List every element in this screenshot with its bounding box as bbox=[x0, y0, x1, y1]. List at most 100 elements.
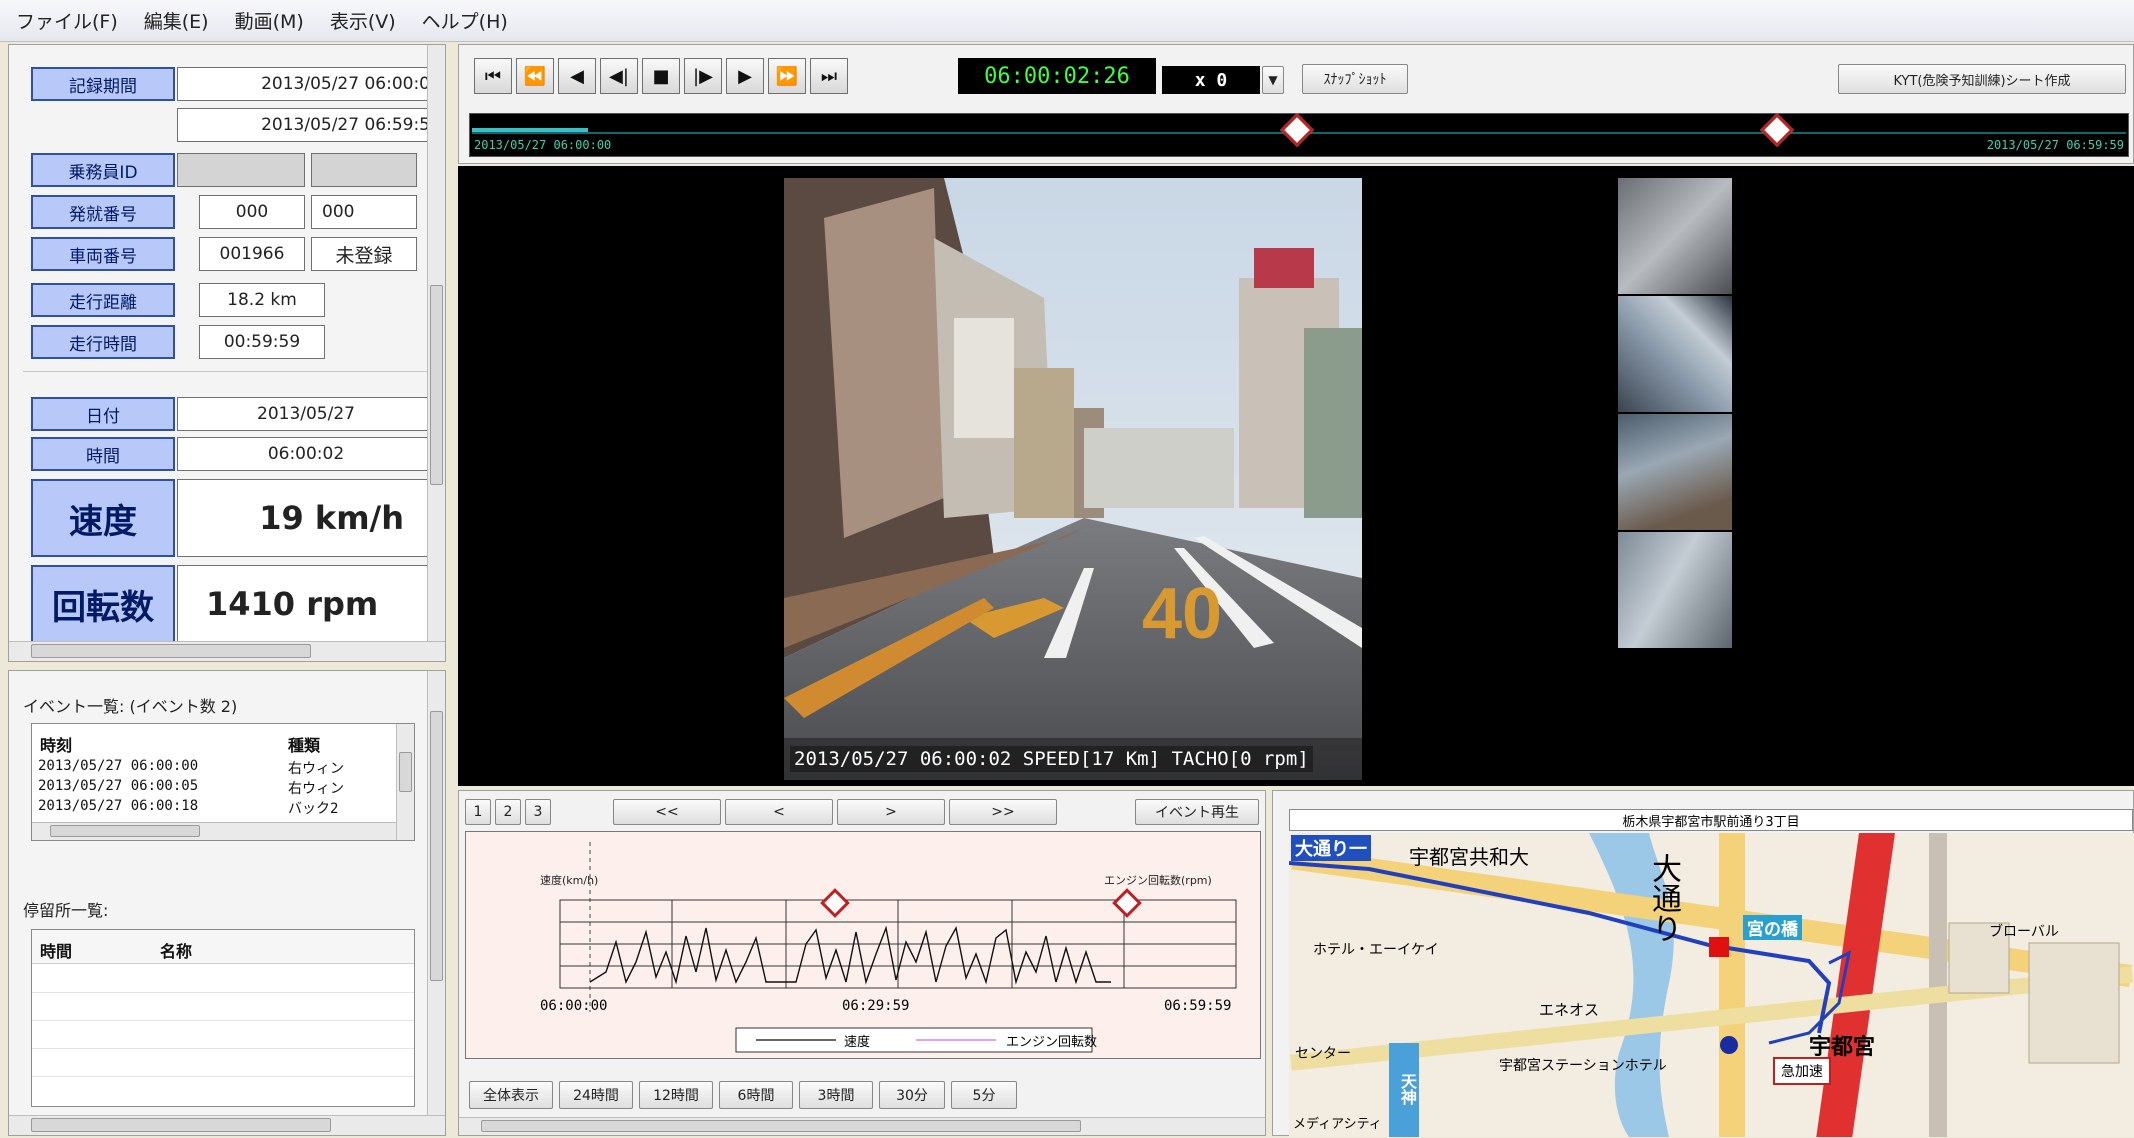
graph-canvas[interactable]: 速度(km/h) エンジン回転数(rpm) 06:00:00 06:29:59 … bbox=[465, 831, 1261, 1059]
sub-camera-3[interactable] bbox=[1618, 414, 1732, 530]
range-6h-button[interactable]: 6時間 bbox=[719, 1081, 793, 1109]
info-vscroll[interactable] bbox=[427, 45, 445, 641]
graph-nav-next[interactable]: > bbox=[837, 799, 945, 825]
camera-scene: 40 bbox=[784, 178, 1362, 780]
event-col-type: 種類 bbox=[288, 736, 321, 755]
date-label: 日付 bbox=[31, 397, 175, 431]
stop-list-title: 停留所一覧: bbox=[23, 901, 109, 920]
event-replay-button[interactable]: イベント再生 bbox=[1135, 799, 1259, 825]
graph-nav-last[interactable]: >> bbox=[949, 799, 1057, 825]
stop-col-name: 名称 bbox=[160, 942, 193, 961]
info-vscroll-thumb[interactable] bbox=[430, 285, 443, 485]
map-label-media: メディアシティ bbox=[1293, 1117, 1382, 1132]
graph-hscroll-thumb[interactable] bbox=[481, 1120, 1081, 1132]
map-label-odori-vertical: 大通り bbox=[1646, 853, 1681, 943]
timeline-start-label: 2013/05/27 06:00:00 bbox=[474, 138, 612, 152]
stop-row-line bbox=[32, 992, 414, 993]
crew-id-value-2 bbox=[311, 153, 417, 187]
range-24h-button[interactable]: 24時間 bbox=[559, 1081, 633, 1109]
menu-help[interactable]: ヘルプ(H) bbox=[416, 5, 514, 36]
frame-back-button[interactable]: ◀| bbox=[600, 58, 638, 94]
go-start-button[interactable]: ⏮ bbox=[474, 58, 512, 94]
step-back-button[interactable]: ◀ bbox=[558, 58, 596, 94]
graph-tab-2[interactable]: 2 bbox=[495, 799, 521, 825]
vehicle-status: 未登録 bbox=[311, 237, 417, 271]
main-camera-view[interactable]: 40 2013/05/27 06:00:02 SPEED[17 Km] TACH… bbox=[784, 178, 1362, 780]
info-panel: 記録期間 2013/05/27 06:00:0 2013/05/27 06:59… bbox=[8, 44, 446, 662]
event-panel-vscroll-thumb[interactable] bbox=[430, 711, 443, 981]
timeline-end-label: 2013/05/27 06:59:59 bbox=[1986, 138, 2124, 152]
graph-nav-prev[interactable]: < bbox=[725, 799, 833, 825]
event-row[interactable]: 2013/05/27 06:00:05 右ウィン bbox=[38, 778, 388, 797]
vehicle-label: 車両番号 bbox=[31, 237, 175, 271]
clock-label: 時間 bbox=[31, 437, 175, 471]
map-label-station-hotel: 宇都宮ステーションホテル bbox=[1499, 1058, 1667, 1074]
map-canvas[interactable]: 大通り一 宇都宮共和大 大通り 宮の橋 宇都宮 ホテル・エーイケイ エネオス 宇… bbox=[1289, 833, 2134, 1137]
event-table-hscroll-thumb[interactable] bbox=[50, 825, 200, 837]
range-30m-button[interactable]: 30分 bbox=[879, 1081, 945, 1109]
event-col-time: 時刻 bbox=[40, 736, 73, 755]
info-hscroll-thumb[interactable] bbox=[31, 644, 311, 658]
menu-view[interactable]: 表示(V) bbox=[324, 5, 402, 36]
crew-id-label: 乗務員ID bbox=[31, 153, 175, 187]
play-button[interactable]: ▶ bbox=[726, 58, 764, 94]
stop-table-header bbox=[32, 930, 414, 964]
origin-label: 発就番号 bbox=[31, 195, 175, 229]
map-title: 栃木県宇都宮市駅前通り3丁目 bbox=[1289, 809, 2133, 831]
info-hscroll[interactable] bbox=[9, 641, 445, 661]
distance-value: 18.2 km bbox=[199, 283, 325, 317]
road-marking-text: 40 bbox=[1142, 574, 1222, 654]
chart-event-marker[interactable] bbox=[1112, 888, 1142, 918]
sub-camera-4[interactable] bbox=[1618, 532, 1732, 648]
event-row[interactable]: 2013/05/27 06:00:00 右ウィン bbox=[38, 758, 388, 777]
legend-rpm: エンジン回転数 bbox=[1006, 1035, 1098, 1050]
chart-event-marker[interactable] bbox=[820, 888, 850, 918]
clock-value: 06:00:02 bbox=[177, 437, 435, 471]
map-label-hotel-left: ホテル・エーイケイ bbox=[1313, 942, 1439, 958]
record-end-value: 2013/05/27 06:59:5 bbox=[177, 108, 435, 142]
graph-tab-1[interactable]: 1 bbox=[465, 799, 491, 825]
record-period-label: 記録期間 bbox=[31, 67, 175, 101]
fast-forward-button[interactable]: ⏩ bbox=[768, 58, 806, 94]
graph-nav-first[interactable]: << bbox=[613, 799, 721, 825]
kyt-sheet-button[interactable]: KYT(危険予知訓練)シート作成 bbox=[1838, 64, 2126, 94]
go-end-button[interactable]: ⏭ bbox=[810, 58, 848, 94]
x-end-label: 06:59:59 bbox=[1164, 998, 1232, 1014]
sub-camera-2[interactable] bbox=[1618, 296, 1732, 412]
range-5m-button[interactable]: 5分 bbox=[951, 1081, 1017, 1109]
range-3h-button[interactable]: 3時間 bbox=[799, 1081, 873, 1109]
event-table: 時刻 種類 2013/05/27 06:00:00 右ウィン 2013/05/27… bbox=[31, 723, 415, 841]
menu-video[interactable]: 動画(M) bbox=[229, 5, 310, 36]
timeline-event-marker[interactable] bbox=[1759, 113, 1794, 147]
speed-dropdown-button[interactable]: ▼ bbox=[1262, 66, 1284, 94]
event-panel-hscroll[interactable] bbox=[9, 1115, 445, 1135]
event-table-vscroll-thumb[interactable] bbox=[399, 752, 412, 792]
menu-edit[interactable]: 編集(E) bbox=[138, 5, 215, 36]
speed-axis-label: 速度(km/h) bbox=[540, 874, 599, 887]
record-start-value: 2013/05/27 06:00:0 bbox=[177, 67, 435, 101]
timeline-event-marker[interactable] bbox=[1280, 113, 1314, 147]
event-table-vscroll[interactable] bbox=[396, 724, 414, 840]
stop-button[interactable]: ■ bbox=[642, 58, 680, 94]
snapshot-button[interactable]: ｽﾅｯﾌﾟｼｮｯﾄ bbox=[1302, 64, 1408, 94]
graph-tab-3[interactable]: 3 bbox=[525, 799, 551, 825]
event-panel-hscroll-thumb[interactable] bbox=[31, 1118, 331, 1132]
sub-camera-1[interactable] bbox=[1618, 178, 1732, 294]
graph-hscroll[interactable] bbox=[459, 1117, 1265, 1135]
fast-rewind-button[interactable]: ⏪ bbox=[516, 58, 554, 94]
video-overlay-text: 2013/05/27 06:00:02 SPEED[17 Km] TACHO[0… bbox=[790, 746, 1313, 772]
event-table-hscroll[interactable] bbox=[32, 822, 396, 840]
timeline[interactable]: 2013/05/27 06:00:00 2013/05/27 06:59:59 bbox=[469, 113, 2129, 157]
frame-forward-button[interactable]: |▶ bbox=[684, 58, 722, 94]
stop-row-line bbox=[32, 1076, 414, 1077]
x-mid-label: 06:29:59 bbox=[842, 998, 910, 1014]
range-all-button[interactable]: 全体表示 bbox=[469, 1081, 553, 1109]
x-start-label: 06:00:00 bbox=[540, 998, 608, 1014]
vehicle-value: 001966 bbox=[199, 237, 305, 271]
range-12h-button[interactable]: 12時間 bbox=[639, 1081, 713, 1109]
crew-id-value-1 bbox=[177, 153, 305, 187]
event-panel-vscroll[interactable] bbox=[427, 671, 445, 1115]
event-row[interactable]: 2013/05/27 06:00:18 バック2 bbox=[38, 798, 388, 817]
menu-file[interactable]: ファイル(F) bbox=[10, 5, 124, 36]
rpm-value: 1410 rpm bbox=[177, 565, 435, 643]
